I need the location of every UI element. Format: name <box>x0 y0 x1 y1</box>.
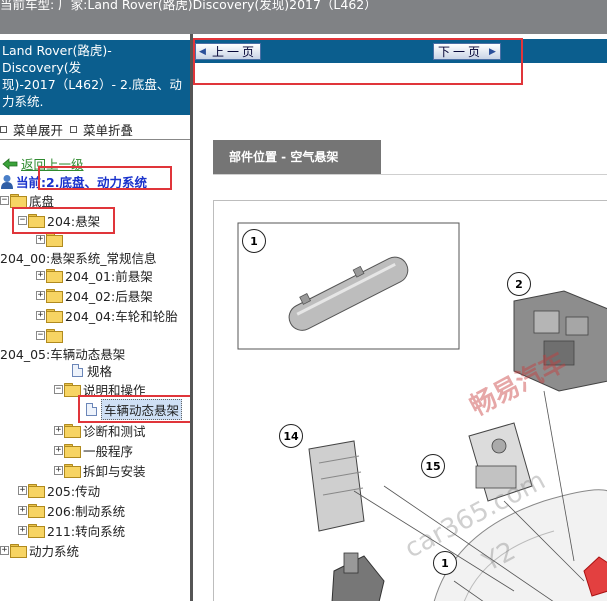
tree-node-label: 206:制动系统 <box>47 503 126 519</box>
tree-node-unnamed[interactable]: − <box>36 326 65 344</box>
tree-node-label: 规格 <box>87 363 113 379</box>
highlight-box <box>193 38 523 85</box>
folder-icon <box>46 289 63 303</box>
expand-toggle-icon[interactable]: + <box>18 525 27 535</box>
tree-node-211[interactable]: + 211:转向系统 <box>18 521 125 539</box>
tree-node-suspension[interactable]: − 204:悬架 <box>18 211 100 229</box>
tree-node-label: 204_02:后悬架 <box>65 288 153 304</box>
tree-node-removal-installation[interactable]: + 拆卸与安装 <box>54 461 146 479</box>
folder-icon <box>10 544 27 558</box>
tree-node-description-operation[interactable]: − 说明和操作 <box>54 380 146 398</box>
tree-node-204-01[interactable]: + 204_01:前悬架 <box>36 266 153 284</box>
navigation-panel: Land Rover(路虎)- Discovery(发 现)-2017（L462… <box>0 34 192 601</box>
tree-node-label: 211:转向系统 <box>47 523 126 539</box>
tree-node-label: 204_01:前悬架 <box>65 268 153 284</box>
tree-node-label: 拆卸与安装 <box>83 463 146 479</box>
tree-node-205[interactable]: + 205:传动 <box>18 481 100 499</box>
tree-node-label: 一般程序 <box>83 443 134 459</box>
air-reservoir-drawing <box>237 222 460 350</box>
folder-icon <box>46 309 63 323</box>
compressor-drawing <box>331 552 385 601</box>
expand-toggle-icon[interactable]: + <box>54 425 63 435</box>
expand-toggle-icon[interactable]: + <box>54 465 63 475</box>
vehicle-title-text: 当前车型: 厂家:Land Rover(路虎)Discovery(发现)2017… <box>0 0 377 12</box>
collapse-toggle-icon[interactable]: − <box>18 215 27 225</box>
expand-toggle-icon[interactable]: + <box>0 545 9 555</box>
callout-marker: 1 <box>242 229 266 253</box>
tree-node-206[interactable]: + 206:制动系统 <box>18 501 125 519</box>
collapse-toggle-icon[interactable]: − <box>0 195 9 205</box>
expand-toggle-icon[interactable]: + <box>36 234 45 244</box>
expand-toggle-icon[interactable]: + <box>36 270 45 280</box>
tree-node-unnamed[interactable]: + <box>36 230 65 248</box>
tree-node-vehicle-dynamic-suspension[interactable]: 车辆动态悬架 <box>86 398 183 420</box>
tree-node-powertrain[interactable]: + 动力系统 <box>0 541 79 559</box>
tree-node-label: 动力系统 <box>29 543 80 559</box>
tree-node-general-procedures[interactable]: + 一般程序 <box>54 441 133 459</box>
tree-node-label: 说明和操作 <box>83 382 146 398</box>
collapse-toggle-icon[interactable]: − <box>36 330 45 340</box>
tree-node-204-04[interactable]: + 204_04:车轮和轮胎 <box>36 306 178 324</box>
tree-node-label: 204_04:车轮和轮胎 <box>65 308 178 324</box>
folder-icon <box>28 484 45 498</box>
collapse-toggle-icon[interactable]: − <box>54 384 63 394</box>
folder-icon <box>64 424 81 438</box>
section-title: 部件位置 - 空气悬架 <box>213 140 381 174</box>
folder-icon <box>10 194 27 208</box>
folder-icon <box>28 504 45 518</box>
tree-node-label: 诊断和测试 <box>83 423 146 439</box>
folder-icon <box>28 214 45 228</box>
tree-node-204-02[interactable]: + 204_02:后悬架 <box>36 286 153 304</box>
tree-node-label: 204_00:悬架系统_常规信息 <box>0 250 157 266</box>
tree-node-label: 205:传动 <box>47 483 101 499</box>
tree-node-204-05[interactable]: 204_05:车辆动态悬架 <box>0 344 125 362</box>
tree-node-specs[interactable]: 规格 <box>72 361 112 379</box>
control-module-drawing <box>308 440 365 532</box>
vehicle-title-bar: 当前车型: 厂家:Land Rover(路虎)Discovery(发现)2017… <box>0 0 607 34</box>
content-panel: ◀ 上一页 下一页 ▶ 部件位置 - 空气悬架 1 2 14 15 1 畅易汽车… <box>193 34 607 601</box>
expand-toggle-icon[interactable]: + <box>18 485 27 495</box>
category-tree: − 底盘 − 204:悬架 + 204_00:悬架系统_常规信息 + 204_0… <box>0 34 192 601</box>
folder-icon <box>28 524 45 538</box>
document-icon <box>72 363 83 377</box>
expand-toggle-icon[interactable]: + <box>36 290 45 300</box>
tree-node-204-00[interactable]: 204_00:悬架系统_常规信息 <box>0 248 156 266</box>
folder-icon <box>46 269 63 283</box>
folder-icon <box>64 464 81 478</box>
folder-icon <box>46 329 63 343</box>
callout-marker: 15 <box>421 454 445 478</box>
folder-icon <box>64 444 81 458</box>
callout-marker: 14 <box>279 424 303 448</box>
document-icon <box>86 402 97 416</box>
folder-icon <box>46 233 63 247</box>
callout-marker: 2 <box>507 272 531 296</box>
tree-node-label: 底盘 <box>29 193 55 209</box>
tree-node-label-selected: 车辆动态悬架 <box>101 398 183 420</box>
tree-node-chassis[interactable]: − 底盘 <box>0 191 54 209</box>
expand-toggle-icon[interactable]: + <box>54 445 63 455</box>
divider <box>213 174 607 175</box>
folder-icon <box>64 383 81 397</box>
callout-marker: 1 <box>433 551 457 575</box>
tree-node-label: 204:悬架 <box>47 213 101 229</box>
expand-toggle-icon[interactable]: + <box>18 505 27 515</box>
expand-toggle-icon[interactable]: + <box>36 310 45 320</box>
tree-node-diagnosis-testing[interactable]: + 诊断和测试 <box>54 421 146 439</box>
